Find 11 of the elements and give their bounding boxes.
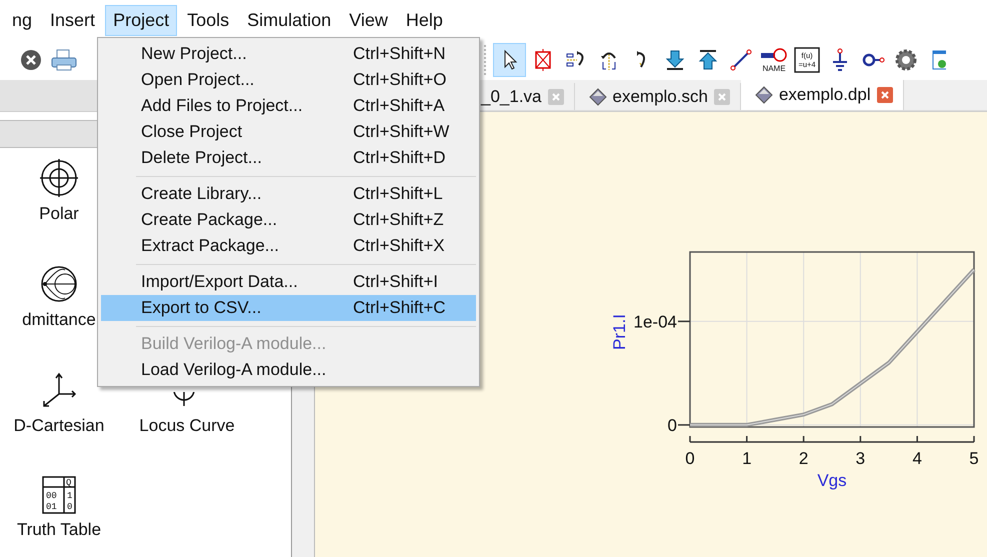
x-tick-label: 5 <box>969 449 979 468</box>
y-tick-label: 0 <box>668 416 677 435</box>
x-tick-label: 2 <box>798 449 808 468</box>
x-tick-label: 3 <box>856 449 866 468</box>
x-tick-label: 4 <box>912 449 922 468</box>
y-tick-label: 1e-04 <box>634 312 677 332</box>
x-axis-title: Vgs <box>817 471 847 490</box>
x-tick-label: 0 <box>685 449 695 468</box>
truth-table-icon: Q 00 1 01 0 <box>42 476 76 514</box>
x-tick-label: 1 <box>742 449 752 468</box>
y-axis-title: Pr1.I <box>610 314 629 350</box>
